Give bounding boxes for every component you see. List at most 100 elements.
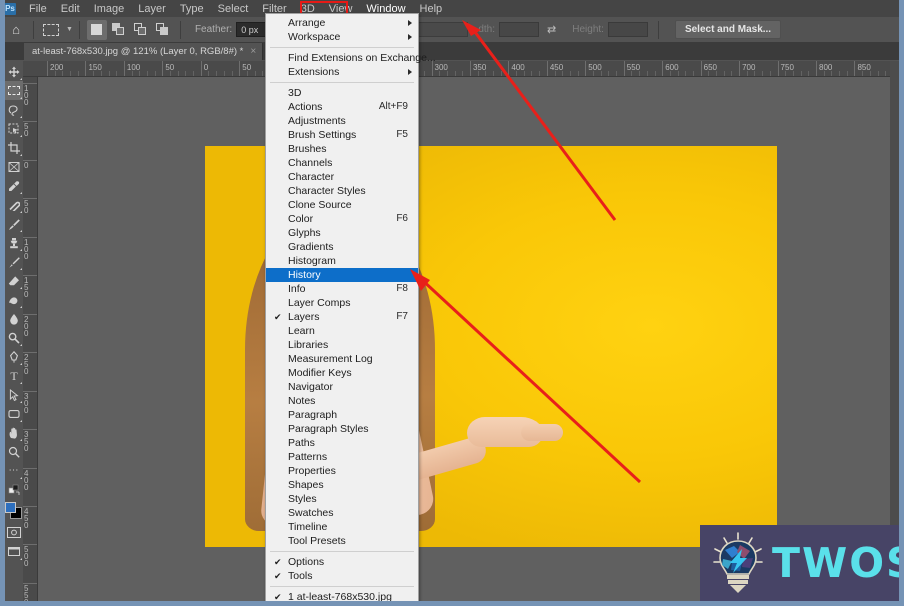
menu-item-select[interactable]: Select xyxy=(211,1,256,17)
lasso-tool[interactable] xyxy=(5,100,23,119)
window-menu-item-tools[interactable]: ✔ Tools xyxy=(266,569,418,583)
foreground-color-swatch[interactable] xyxy=(5,502,16,513)
window-menu-item-timeline[interactable]: Timeline xyxy=(266,520,418,534)
history-brush-tool[interactable] xyxy=(5,252,23,271)
window-menu-item-info[interactable]: Info F8 xyxy=(266,282,418,296)
height-input[interactable] xyxy=(607,22,648,37)
window-menu-item-find-extensions-on-exchange[interactable]: Find Extensions on Exchange... xyxy=(266,51,436,65)
window-menu-item-shapes[interactable]: Shapes xyxy=(266,478,418,492)
menu-item-label: Paragraph xyxy=(288,409,338,421)
menu-item-label: Modifier Keys xyxy=(288,367,352,379)
width-input[interactable] xyxy=(499,22,540,37)
menu-item-edit[interactable]: Edit xyxy=(54,1,87,17)
menu-item-label: Paragraph Styles xyxy=(288,423,369,435)
window-menu-item-gradients[interactable]: Gradients xyxy=(266,240,418,254)
window-menu-item-paths[interactable]: Paths xyxy=(266,436,418,450)
screen-mode-button[interactable] xyxy=(5,542,23,561)
rectangle-tool[interactable] xyxy=(5,404,23,423)
gradient-tool[interactable] xyxy=(5,290,23,309)
window-menu-item-brushes[interactable]: Brushes xyxy=(266,142,418,156)
window-menu-item-extensions[interactable]: Extensions xyxy=(266,65,418,79)
window-menu-item-clone-source[interactable]: Clone Source xyxy=(266,198,418,212)
window-menu-item-tool-presets[interactable]: Tool Presets xyxy=(266,534,418,548)
spot-healing-brush-tool[interactable] xyxy=(5,195,23,214)
window-menu-item-styles[interactable]: Styles xyxy=(266,492,418,506)
pen-tool[interactable] xyxy=(5,347,23,366)
ruler-minor-tick xyxy=(554,71,556,76)
window-menu-item-paragraph[interactable]: Paragraph xyxy=(266,408,418,422)
menu-item-type[interactable]: Type xyxy=(173,1,211,17)
brush-tool[interactable] xyxy=(5,214,23,233)
window-menu-item-brush-settings[interactable]: Brush Settings F5 xyxy=(266,128,418,142)
menu-item-layer[interactable]: Layer xyxy=(131,1,173,17)
window-menu-item-properties[interactable]: Properties xyxy=(266,464,418,478)
window-menu-item-paragraph-styles[interactable]: Paragraph Styles xyxy=(266,422,418,436)
window-menu-item-layer-comps[interactable]: Layer Comps xyxy=(266,296,418,310)
canvas-area[interactable] xyxy=(38,77,899,601)
menu-item-file[interactable]: File xyxy=(22,1,54,17)
window-menu-item-layers[interactable]: ✔ Layers F7 xyxy=(266,310,418,324)
eyedropper-tool[interactable] xyxy=(5,176,23,195)
rectangular-marquee-tool[interactable] xyxy=(5,81,23,100)
select-and-mask-button[interactable]: Select and Mask... xyxy=(674,20,782,39)
blur-tool[interactable] xyxy=(5,309,23,328)
foreground-background-color[interactable] xyxy=(5,502,23,520)
eraser-tool[interactable] xyxy=(5,271,23,290)
window-menu-item-patterns[interactable]: Patterns xyxy=(266,450,418,464)
window-menu-item-modifier-keys[interactable]: Modifier Keys xyxy=(266,366,418,380)
window-menu-item-measurement-log[interactable]: Measurement Log xyxy=(266,352,418,366)
window-menu-item-history[interactable]: History xyxy=(266,268,418,282)
menu-item-label: Histogram xyxy=(288,255,336,267)
add-to-selection-button[interactable] xyxy=(109,20,129,40)
divider xyxy=(33,20,34,39)
menu-item-label: Layer Comps xyxy=(288,297,351,309)
close-icon[interactable]: × xyxy=(250,46,256,57)
window-menu-item-swatches[interactable]: Swatches xyxy=(266,506,418,520)
document-tab[interactable]: at-least-768x530.jpg @ 121% (Layer 0, RG… xyxy=(24,43,264,60)
window-menu-item-learn[interactable]: Learn xyxy=(266,324,418,338)
chevron-down-icon[interactable]: ▼ xyxy=(66,26,73,33)
window-menu-item-glyphs[interactable]: Glyphs xyxy=(266,226,418,240)
frame-tool[interactable] xyxy=(5,157,23,176)
object-selection-tool[interactable] xyxy=(5,119,23,138)
path-selection-tool[interactable] xyxy=(5,385,23,404)
new-selection-button[interactable] xyxy=(86,19,107,40)
window-menu-item-character[interactable]: Character xyxy=(266,170,418,184)
ruler-minor-tick xyxy=(869,71,871,76)
checkmark-icon: ✔ xyxy=(274,312,282,322)
window-menu-item-actions[interactable]: Actions Alt+F9 xyxy=(266,100,418,114)
move-tool[interactable] xyxy=(5,62,23,81)
window-menu-item-arrange[interactable]: Arrange xyxy=(266,16,418,30)
menu-item-label: Color xyxy=(288,213,314,225)
window-menu-item-options[interactable]: ✔ Options xyxy=(266,555,418,569)
rectangular-marquee-icon[interactable] xyxy=(41,20,61,40)
style-select[interactable] xyxy=(414,22,469,37)
window-menu-item-workspace[interactable]: Workspace xyxy=(266,30,418,44)
ruler-tick-v: 0 xyxy=(24,160,29,170)
swap-arrows-icon[interactable]: ⇄ xyxy=(547,23,556,36)
window-menu-item-navigator[interactable]: Navigator xyxy=(266,380,418,394)
window-menu-item-histogram[interactable]: Histogram xyxy=(266,254,418,268)
dodge-tool[interactable] xyxy=(5,328,23,347)
default-colors-button[interactable] xyxy=(5,480,23,499)
subtract-from-selection-button[interactable] xyxy=(131,20,151,40)
zoom-tool[interactable] xyxy=(5,442,23,461)
window-menu-item-color[interactable]: Color F6 xyxy=(266,212,418,226)
intersect-with-selection-button[interactable] xyxy=(153,20,173,40)
window-menu-item-libraries[interactable]: Libraries xyxy=(266,338,418,352)
edit-toolbar-button[interactable]: ⋯ xyxy=(5,461,23,480)
clone-stamp-tool[interactable] xyxy=(5,233,23,252)
window-menu-item-notes[interactable]: Notes xyxy=(266,394,418,408)
window-dropdown-menu[interactable]: Arrange Workspace Find Extensions on Excha… xyxy=(265,13,436,606)
quick-mask-mode-button[interactable] xyxy=(5,523,23,542)
window-menu-item-3d[interactable]: 3D xyxy=(266,86,418,100)
window-menu-item-channels[interactable]: Channels xyxy=(266,156,418,170)
vertical-scrollbar[interactable] xyxy=(890,61,899,601)
window-menu-item-adjustments[interactable]: Adjustments xyxy=(266,114,418,128)
menu-item-image[interactable]: Image xyxy=(87,1,132,17)
hand-tool[interactable] xyxy=(5,423,23,442)
horizontal-type-tool[interactable]: T xyxy=(5,366,23,385)
home-icon[interactable]: ⌂ xyxy=(6,20,26,40)
crop-tool[interactable] xyxy=(5,138,23,157)
window-menu-item-character-styles[interactable]: Character Styles xyxy=(266,184,418,198)
